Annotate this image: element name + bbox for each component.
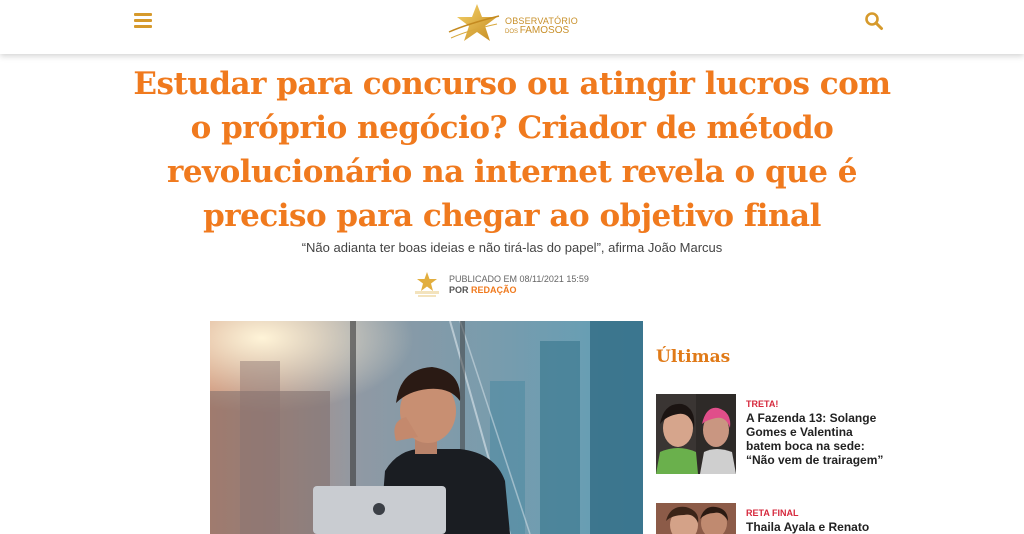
logo-line2: DOS FAMOSOS xyxy=(505,26,578,37)
logo-line2-small: DOS xyxy=(505,29,519,35)
published-date: PUBLICADO EM 08/11/2021 15:59 xyxy=(449,274,589,284)
star-logo-icon xyxy=(448,4,500,41)
article-hero-image xyxy=(210,321,643,534)
byline-text: PUBLICADO EM 08/11/2021 15:59 POR REDAÇÃ… xyxy=(449,274,589,296)
site-header: OBSERVATÓRIO DOS FAMOSOS xyxy=(0,0,1024,54)
sidebar-title: Últimas xyxy=(656,347,731,367)
news-title[interactable]: Thaila Ayala e Renato xyxy=(746,520,891,534)
star-avatar-icon xyxy=(415,272,439,297)
logo-line2-big: FAMOSOS xyxy=(519,25,570,36)
search-icon[interactable] xyxy=(864,11,884,31)
news-thumbnail[interactable] xyxy=(656,394,736,474)
news-thumbnail[interactable] xyxy=(656,503,736,534)
article-subtitle: “Não adianta ter boas ideias e não tirá-… xyxy=(301,240,723,255)
site-logo[interactable]: OBSERVATÓRIO DOS FAMOSOS xyxy=(447,2,578,46)
news-category[interactable]: TRETA! xyxy=(746,399,778,409)
by-label: POR xyxy=(449,285,469,295)
logo-text: OBSERVATÓRIO DOS FAMOSOS xyxy=(505,16,578,37)
author-link[interactable]: REDAÇÃO xyxy=(471,285,517,295)
news-category[interactable]: RETA FINAL xyxy=(746,508,799,518)
article-title: Estudar para concurso ou atingir lucros … xyxy=(133,66,891,234)
author-avatar xyxy=(414,271,440,299)
news-title[interactable]: A Fazenda 13: Solange Gomes e Valentina … xyxy=(746,411,891,467)
hamburger-menu-icon[interactable] xyxy=(134,13,152,28)
